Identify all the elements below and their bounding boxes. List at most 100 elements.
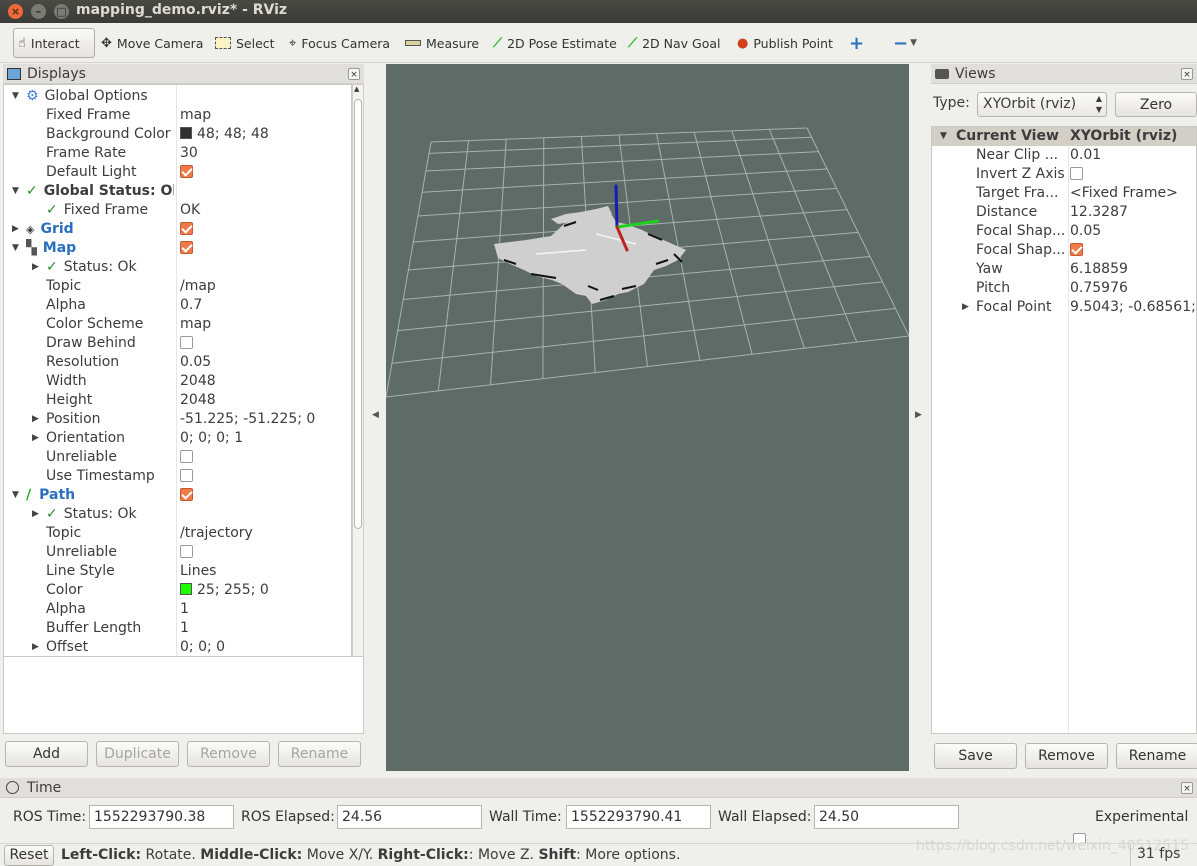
- display-property-value[interactable]: 0; 0; 0; 1: [180, 429, 350, 448]
- window-close-button[interactable]: ×: [8, 4, 23, 19]
- current-view-header[interactable]: ▼ Current View XYOrbit (rviz): [932, 127, 1196, 146]
- view-property-value[interactable]: [1070, 241, 1196, 260]
- view-property-value[interactable]: <Fixed Frame>: [1070, 184, 1196, 203]
- scroll-up-icon[interactable]: ▲: [354, 85, 359, 93]
- rename-view-button[interactable]: Rename: [1116, 743, 1197, 769]
- displays-close-icon[interactable]: ×: [348, 68, 360, 80]
- add-tool-button[interactable]: +: [849, 28, 864, 58]
- display-row[interactable]: ▼ ▚ Map: [4, 239, 351, 258]
- view-property-row[interactable]: ▶ Focal Point 9.5043; -0.68561; 0: [932, 298, 1196, 317]
- collapse-left-icon[interactable]: ◀: [372, 410, 379, 420]
- expand-right-icon[interactable]: ▶: [962, 298, 969, 317]
- ros-elapsed-field[interactable]: 24.56: [337, 805, 482, 829]
- display-row[interactable]: Topic/map: [4, 277, 351, 296]
- view-property-row[interactable]: Target Fra... <Fixed Frame>: [932, 184, 1196, 203]
- view-type-select[interactable]: XYOrbit (rviz) ▲ ▼: [977, 92, 1107, 117]
- display-property-value[interactable]: [180, 334, 350, 353]
- property-checkbox[interactable]: [180, 222, 193, 235]
- property-checkbox[interactable]: [1070, 243, 1083, 256]
- display-row[interactable]: ▶ ✓ Status: Ok: [4, 258, 351, 277]
- expand-down-icon[interactable]: ▼: [12, 87, 19, 106]
- wall-elapsed-field[interactable]: 24.50: [814, 805, 959, 829]
- time-close-icon[interactable]: ×: [1181, 782, 1193, 794]
- window-minimize-button[interactable]: –: [31, 4, 46, 19]
- view-property-value[interactable]: 0.01: [1070, 146, 1196, 165]
- display-row[interactable]: Frame Rate 30: [4, 144, 351, 163]
- display-property-value[interactable]: [180, 87, 350, 106]
- remove-tool-button[interactable]: − ▼: [893, 28, 917, 58]
- save-view-button[interactable]: Save: [934, 743, 1017, 769]
- view-property-row[interactable]: Distance 12.3287: [932, 203, 1196, 222]
- expand-down-icon[interactable]: ▼: [12, 486, 19, 505]
- display-property-value[interactable]: map: [180, 315, 350, 334]
- expand-right-icon[interactable]: ▶: [32, 258, 39, 277]
- duplicate-display-button[interactable]: Duplicate: [96, 741, 179, 767]
- remove-view-button[interactable]: Remove: [1025, 743, 1108, 769]
- select-tool-button[interactable]: Select: [215, 28, 275, 58]
- publish-point-tool-button[interactable]: ● Publish Point: [737, 28, 833, 58]
- display-property-value[interactable]: [180, 505, 350, 524]
- displays-scrollbar[interactable]: ▲ ▼: [352, 84, 364, 716]
- expand-down-icon[interactable]: ▼: [12, 182, 19, 201]
- measure-tool-button[interactable]: Measure: [405, 28, 479, 58]
- view-property-value[interactable]: 12.3287: [1070, 203, 1196, 222]
- display-property-value[interactable]: map: [180, 106, 350, 125]
- property-checkbox[interactable]: [1070, 167, 1083, 180]
- display-row[interactable]: ▼ ✓ Global Status: Ok: [4, 182, 351, 201]
- render-viewport[interactable]: [386, 64, 909, 771]
- display-property-value[interactable]: [180, 239, 350, 258]
- scrollbar-thumb[interactable]: [354, 99, 362, 529]
- display-property-value[interactable]: [180, 220, 350, 239]
- display-property-value[interactable]: [180, 543, 350, 562]
- window-maximize-button[interactable]: □: [54, 4, 69, 19]
- view-property-row[interactable]: Near Clip ... 0.01: [932, 146, 1196, 165]
- property-checkbox[interactable]: [180, 336, 193, 349]
- display-row[interactable]: ▶ ✓ Status: Ok: [4, 505, 351, 524]
- display-row[interactable]: ▼ ⚙ Global Options: [4, 87, 351, 106]
- display-property-value[interactable]: OK: [180, 201, 350, 220]
- interact-tool-button[interactable]: ☝ Interact: [13, 28, 95, 58]
- property-checkbox[interactable]: [180, 488, 193, 501]
- property-checkbox[interactable]: [180, 241, 193, 254]
- display-property-value[interactable]: 2048: [180, 372, 350, 391]
- display-row[interactable]: Line Style Lines: [4, 562, 351, 581]
- display-row[interactable]: Color Scheme map: [4, 315, 351, 334]
- zero-view-button[interactable]: Zero: [1115, 92, 1197, 117]
- expand-right-icon[interactable]: ▶: [32, 429, 39, 448]
- display-property-value[interactable]: [180, 163, 350, 182]
- display-row[interactable]: Topic/trajectory: [4, 524, 351, 543]
- display-row[interactable]: Unreliable: [4, 448, 351, 467]
- display-row[interactable]: Resolution 0.05: [4, 353, 351, 372]
- view-property-value[interactable]: 0.05: [1070, 222, 1196, 241]
- pose-estimate-tool-button[interactable]: ⟋ 2D Pose Estimate: [493, 28, 617, 58]
- display-row[interactable]: Width 2048: [4, 372, 351, 391]
- view-property-row[interactable]: Yaw 6.18859: [932, 260, 1196, 279]
- display-property-value[interactable]: 1: [180, 619, 350, 638]
- display-row[interactable]: Color 25; 255; 0: [4, 581, 351, 600]
- remove-display-button[interactable]: Remove: [187, 741, 270, 767]
- display-property-value[interactable]: 30: [180, 144, 350, 163]
- expand-right-icon[interactable]: ▶: [12, 220, 19, 239]
- display-property-value[interactable]: [180, 467, 350, 486]
- property-checkbox[interactable]: [180, 545, 193, 558]
- nav-goal-tool-button[interactable]: ⟋ 2D Nav Goal: [628, 28, 721, 58]
- display-row[interactable]: ▶ Orientation 0; 0; 0; 1: [4, 429, 351, 448]
- view-property-value[interactable]: 6.18859: [1070, 260, 1196, 279]
- expand-right-icon[interactable]: ▶: [32, 505, 39, 524]
- display-property-value[interactable]: [180, 258, 350, 277]
- view-property-value[interactable]: 0.75976: [1070, 279, 1196, 298]
- display-row[interactable]: Default Light: [4, 163, 351, 182]
- view-property-row[interactable]: Focal Shap... 0.05: [932, 222, 1196, 241]
- display-row[interactable]: Unreliable: [4, 543, 351, 562]
- view-property-row[interactable]: Pitch 0.75976: [932, 279, 1196, 298]
- reset-button[interactable]: Reset: [4, 845, 54, 866]
- wall-time-field[interactable]: 1552293790.41: [566, 805, 711, 829]
- display-property-value[interactable]: 25; 255; 0: [180, 581, 350, 600]
- display-row[interactable]: Alpha 1: [4, 600, 351, 619]
- display-property-value[interactable]: 48; 48; 48: [180, 125, 350, 144]
- view-property-value[interactable]: 9.5043; -0.68561; 0: [1070, 298, 1196, 317]
- display-row[interactable]: Fixed Frame map: [4, 106, 351, 125]
- display-row[interactable]: Alpha 0.7: [4, 296, 351, 315]
- display-property-value[interactable]: [180, 448, 350, 467]
- display-row[interactable]: ✓ Fixed Frame OK: [4, 201, 351, 220]
